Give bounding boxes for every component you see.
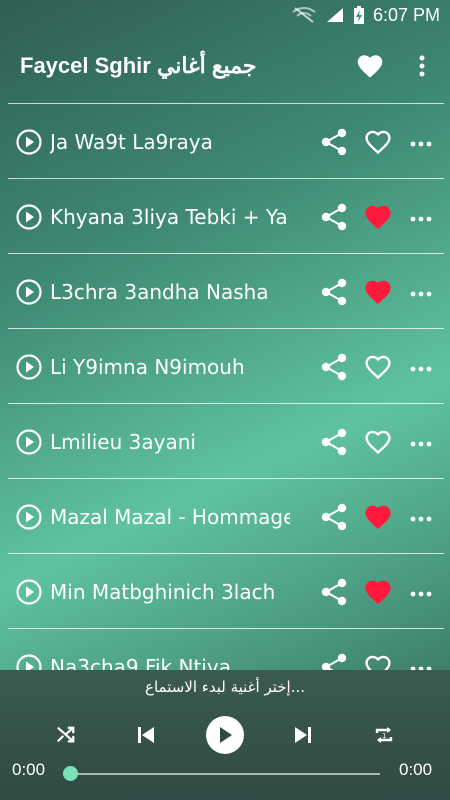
- share-icon[interactable]: [321, 278, 349, 306]
- svg-text:1: 1: [382, 732, 386, 740]
- progress-thumb[interactable]: [63, 766, 78, 781]
- play-circle-icon[interactable]: [16, 279, 42, 305]
- play-circle-icon[interactable]: [16, 579, 42, 605]
- repeat-icon[interactable]: 1: [371, 722, 397, 748]
- play-circle-icon[interactable]: [16, 204, 42, 230]
- player-bar: إختر أغنية لبدء الاستماع... 1 0:00 0:00: [0, 670, 450, 800]
- more-vert-icon[interactable]: [410, 50, 434, 82]
- share-icon[interactable]: [321, 503, 349, 531]
- heart-filled-icon[interactable]: [364, 579, 392, 605]
- heart-outline-icon[interactable]: [364, 429, 392, 455]
- more-horiz-icon[interactable]: [410, 135, 432, 147]
- share-icon[interactable]: [321, 653, 349, 670]
- more-horiz-icon[interactable]: [410, 435, 432, 447]
- song-title: Mazal Mazal - Hommage: [50, 505, 290, 529]
- song-row[interactable]: Li Y9imna N9imouh: [8, 328, 444, 403]
- heart-filled-icon[interactable]: [364, 504, 392, 530]
- play-circle-icon[interactable]: [16, 354, 42, 380]
- song-row[interactable]: Mazal Mazal - Hommage: [8, 478, 444, 553]
- shuffle-icon[interactable]: [53, 722, 79, 748]
- play-circle-icon[interactable]: [16, 429, 42, 455]
- heart-outline-icon[interactable]: [364, 129, 392, 155]
- song-row[interactable]: Lmilieu 3ayani: [8, 403, 444, 478]
- song-title: Min Matbghinich 3lach: [50, 580, 276, 604]
- song-title: Khyana 3liya Tebki + Ya: [50, 205, 288, 229]
- play-circle-icon[interactable]: [16, 504, 42, 530]
- play-circle-icon[interactable]: [16, 129, 42, 155]
- app-bar: Faycel Sghir جميع أغاني: [0, 30, 450, 102]
- song-row[interactable]: Min Matbghinich 3lach: [8, 553, 444, 628]
- progress-track[interactable]: [70, 773, 380, 775]
- song-title: Ja Wa9t La9raya: [50, 130, 213, 154]
- song-title: L3chra 3andha Nasha: [50, 280, 269, 304]
- more-horiz-icon[interactable]: [410, 285, 432, 297]
- share-icon[interactable]: [321, 128, 349, 156]
- more-horiz-icon[interactable]: [410, 660, 432, 670]
- play-circle-icon[interactable]: [16, 654, 42, 670]
- song-list: Ja Wa9t La9raya Khyana 3liya Tebki + Ya L3…: [0, 102, 450, 670]
- previous-icon[interactable]: [133, 722, 159, 748]
- more-horiz-icon[interactable]: [410, 360, 432, 372]
- status-time: 6:07 PM: [372, 4, 440, 25]
- duration-time: 0:00: [399, 760, 433, 779]
- song-row[interactable]: L3chra 3andha Nasha: [8, 253, 444, 328]
- song-row[interactable]: Na3cha9 Fik Ntiya: [8, 628, 444, 670]
- more-horiz-icon[interactable]: [410, 585, 432, 597]
- favorites-heart-icon[interactable]: [355, 52, 385, 80]
- share-icon[interactable]: [321, 203, 349, 231]
- share-icon[interactable]: [321, 578, 349, 606]
- play-button[interactable]: [206, 716, 244, 754]
- heart-filled-icon[interactable]: [364, 204, 392, 230]
- song-title: Lmilieu 3ayani: [50, 430, 196, 454]
- song-title: Li Y9imna N9imouh: [50, 355, 245, 379]
- wifi-off-icon: [291, 6, 317, 24]
- share-icon[interactable]: [321, 353, 349, 381]
- more-horiz-icon[interactable]: [410, 210, 432, 222]
- song-row[interactable]: Ja Wa9t La9raya: [8, 103, 444, 178]
- song-title: Na3cha9 Fik Ntiya: [50, 655, 231, 670]
- song-row[interactable]: Khyana 3liya Tebki + Ya: [8, 178, 444, 253]
- player-hint: إختر أغنية لبدء الاستماع...: [145, 678, 305, 696]
- share-icon[interactable]: [321, 428, 349, 456]
- next-icon[interactable]: [290, 722, 316, 748]
- elapsed-time: 0:00: [12, 760, 46, 779]
- battery-charging-icon: [353, 5, 365, 25]
- heart-outline-icon[interactable]: [364, 654, 392, 670]
- signal-icon: [325, 6, 345, 24]
- status-bar: 6:07 PM: [0, 0, 450, 30]
- page-title: Faycel Sghir جميع أغاني: [20, 53, 257, 78]
- more-horiz-icon[interactable]: [410, 510, 432, 522]
- heart-filled-icon[interactable]: [364, 279, 392, 305]
- heart-outline-icon[interactable]: [364, 354, 392, 380]
